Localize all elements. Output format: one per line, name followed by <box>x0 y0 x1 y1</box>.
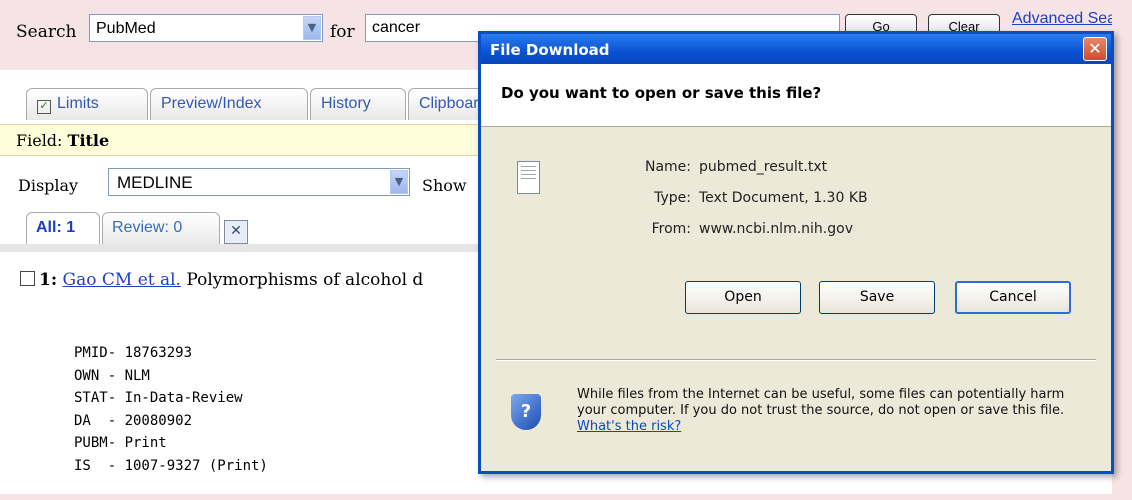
cancel-button[interactable]: Cancel <box>955 281 1071 314</box>
save-button[interactable]: Save <box>819 281 935 314</box>
open-button[interactable]: Open <box>685 281 801 314</box>
advanced-search-link[interactable]: Advanced Search <box>1012 10 1112 28</box>
tools-icon[interactable]: ✕ <box>224 220 248 244</box>
file-source: www.ncbi.nlm.nih.gov <box>699 221 853 237</box>
medline-record: PMID- 18763293 OWN - NLM STAT- In-Data-R… <box>74 342 268 477</box>
text-file-icon <box>517 161 540 194</box>
result-checkbox[interactable] <box>20 271 35 286</box>
result-item: 1: Gao CM et al. Polymorphisms of alcoho… <box>20 270 423 290</box>
field-label-text: Field: <box>16 131 63 150</box>
result-authors-link[interactable]: Gao CM et al. <box>63 270 181 290</box>
search-label: Search <box>16 22 77 42</box>
from-label: From: <box>651 221 691 237</box>
tab-label: Limits <box>57 95 99 112</box>
security-shield-icon: ? <box>511 394 541 430</box>
window-frame-bottom <box>0 494 1132 500</box>
chevron-down-icon[interactable]: ▼ <box>303 16 321 40</box>
medline-line: IS - 1007-9327 (Print) <box>74 457 268 474</box>
security-warning: While files from the Internet can be use… <box>577 387 1097 435</box>
chevron-down-icon[interactable]: ▼ <box>390 170 408 194</box>
for-label: for <box>330 22 355 42</box>
tab-label: Preview/Index <box>161 95 262 112</box>
window-frame <box>1112 0 1132 500</box>
database-select[interactable]: PubMed ▼ <box>89 14 323 42</box>
tab-review[interactable]: Review: 0 <box>102 212 220 244</box>
dialog-question-panel: Do you want to open or save this file? <box>481 64 1111 127</box>
field-label: Field: Title <box>16 131 109 150</box>
tab-limits[interactable]: ✓ Limits <box>26 88 148 120</box>
divider <box>496 359 1096 361</box>
close-icon[interactable]: ✕ <box>1083 37 1107 61</box>
result-title: Polymorphisms of alcohol d <box>186 270 424 290</box>
dialog-question: Do you want to open or save this file? <box>501 84 822 102</box>
file-name: pubmed_result.txt <box>699 159 828 175</box>
tab-label: History <box>321 95 371 112</box>
tab-preview-index[interactable]: Preview/Index <box>150 88 308 120</box>
checkbox-icon[interactable]: ✓ <box>37 100 51 114</box>
type-label: Type: <box>654 190 691 206</box>
database-value: PubMed <box>96 20 156 37</box>
tab-history[interactable]: History <box>310 88 406 120</box>
tab-all[interactable]: All: 1 <box>26 212 100 244</box>
display-label: Display <box>18 176 79 195</box>
risk-link[interactable]: What's the risk? <box>577 419 681 434</box>
dialog-title-bar[interactable]: File Download ✕ <box>481 34 1111 64</box>
medline-line: OWN - NLM <box>74 367 150 384</box>
medline-line: STAT- In-Data-Review <box>74 390 243 406</box>
file-type: Text Document, 1.30 KB <box>699 190 868 206</box>
display-format-value: MEDLINE <box>117 173 193 192</box>
field-value: Title <box>67 131 110 150</box>
medline-line: DA - 20080902 <box>74 412 193 429</box>
medline-line: PMID- 18763293 <box>74 345 193 361</box>
result-number: 1: <box>39 270 58 290</box>
file-download-dialog: File Download ✕ Do you want to open or s… <box>478 31 1114 474</box>
warning-text: While files from the Internet can be use… <box>577 387 1065 418</box>
name-label: Name: <box>644 159 691 175</box>
show-label: Show <box>422 176 467 195</box>
dialog-title: File Download <box>490 41 610 59</box>
medline-line: PUBM- Print <box>74 435 167 451</box>
display-format-select[interactable]: MEDLINE ▼ <box>108 168 410 196</box>
